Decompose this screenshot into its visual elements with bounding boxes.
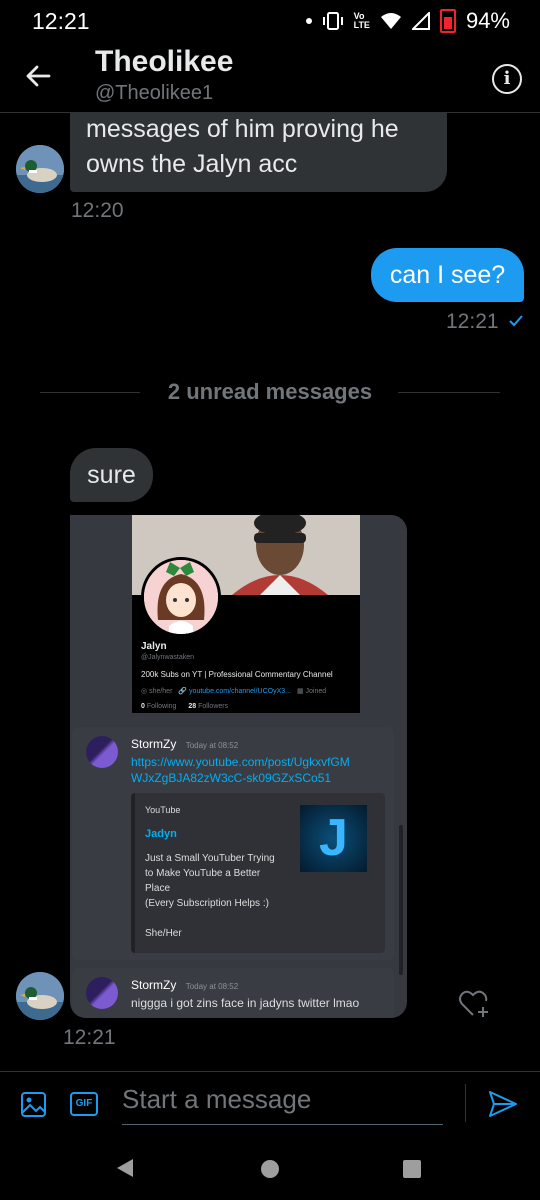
image-icon[interactable] [20,1091,47,1118]
incoming-message-bubble[interactable]: messages of him proving he owns the Jaly… [70,112,447,192]
message-composer: GIF Start a message [0,1071,540,1132]
card-desc-line: (Every Subscription Helps :) [145,898,269,909]
conversation-header: Theolikee @Theolikee1 i [0,42,540,113]
message-text-line: messages of him proving he [86,115,399,143]
followers-label: Followers [198,703,229,710]
wifi-icon [380,13,401,29]
message-image[interactable]: Jalyn @Jalynwastaken 200k Subs on YT | P… [70,515,407,1018]
conversation-handle[interactable]: @Theolikee1 [95,82,213,105]
discord-message: StormZy Today at 08:52 https://www.youtu… [72,727,394,960]
discord-message: StormZy Today at 08:52 niggga i got zins… [72,968,394,1018]
profile-name: Jalyn [141,641,167,652]
vibrate-icon [322,12,343,30]
read-check-icon [509,315,524,327]
scrollbar [399,825,403,975]
message-time: Today at 08:52 [185,982,239,991]
status-icons: Vo LTE 94% [305,8,510,34]
incoming-message-bubble[interactable]: sure [70,448,153,502]
card-title: Jadyn [145,828,177,840]
following-label: Following [146,703,177,710]
avatar[interactable] [16,145,64,193]
discord-username: StormZy Today at 08:52 [131,737,238,751]
card-provider: YouTube [145,805,181,815]
discord-message-text: niggga i got zins face in jadyns twitter… [131,996,360,1010]
message-input[interactable]: Start a message [122,1080,443,1125]
card-desc-line: Place [145,883,171,894]
calendar-icon: ▦ [296,688,304,695]
home-nav-icon[interactable] [261,1160,279,1178]
signal-icon [411,12,430,30]
system-navigation-bar [0,1131,540,1200]
profile-bio: 200k Subs on YT | Professional Commentar… [141,670,333,679]
location-icon: ◎ [141,688,148,695]
thumbnail-letter: J [319,809,348,867]
battery-icon [439,9,456,33]
notification-dot-icon [305,18,312,24]
duck-avatar-icon [16,145,64,193]
discord-avatar [86,977,118,1009]
recents-nav-icon[interactable] [403,1160,421,1178]
link-preview-card: YouTube Jadyn Just a Small YouTuber Tryi… [131,793,385,953]
card-description: Just a Small YouTuber Trying to Make You… [145,851,275,941]
volte-icon: Vo LTE [353,11,370,30]
timestamp-text: 12:21 [446,310,499,333]
message-timestamp: 12:21 [446,310,524,334]
following-count: 0 [141,703,145,710]
unread-messages-label: 2 unread messages [167,379,373,404]
profile-joined: Joined [305,688,327,695]
profile-pronouns: she/her [149,688,173,695]
discord-avatar [86,736,118,768]
divider [398,392,500,393]
link-icon: 🔗 [178,688,188,695]
message-timestamp: 12:21 [63,1026,116,1049]
gif-button[interactable]: GIF [70,1092,98,1116]
outgoing-message-bubble[interactable]: can I see? [371,248,524,302]
back-nav-icon[interactable] [115,1157,135,1179]
divider [40,392,140,393]
card-desc-line: She/Her [145,928,182,939]
link-line: https://www.youtube.com/post/UgkxvfGM [131,755,350,769]
discord-username: StormZy Today at 08:52 [131,978,238,992]
card-thumbnail: J [300,805,367,872]
followers-count: 28 [188,703,197,710]
profile-follow-counts: 0 Following 28 Followers [141,703,228,710]
embedded-profile-card: Jalyn @Jalynwastaken 200k Subs on YT | P… [132,515,360,713]
discord-link: https://www.youtube.com/post/UgkxvfGM WJ… [131,754,350,786]
profile-handle: @Jalynwastaken [141,654,195,661]
profile-avatar [141,557,221,637]
gif-label: GIF [75,1098,93,1109]
input-placeholder: Start a message [122,1084,312,1114]
heart-plus-icon[interactable] [458,988,492,1020]
battery-level: 94% [465,8,510,33]
status-bar: 12:21 Vo LTE 94% [0,0,540,42]
message-text: sure [87,461,136,489]
info-icon[interactable]: i [492,64,522,94]
back-arrow-icon[interactable] [24,62,52,90]
status-time: 12:21 [32,8,90,34]
avatar[interactable] [16,972,64,1020]
link-line: WJxZgBJA82zW3cC-sk09GZxSCo51 [131,771,332,785]
username-text: StormZy [131,978,177,992]
message-text-line: owns the Jalyn acc [86,150,298,178]
conversation-name[interactable]: Theolikee [95,45,233,79]
message-text: can I see? [389,261,506,289]
duck-avatar-icon [16,972,64,1020]
username-text: StormZy [131,737,177,751]
message-time: Today at 08:52 [185,741,239,750]
anime-avatar-icon [144,560,218,634]
card-desc-line: Just a Small YouTuber Trying [145,853,275,864]
profile-link: youtube.com/channel/UCOyX3... [189,688,291,695]
profile-meta: ◎ she/her 🔗 youtube.com/channel/UCOyX3..… [141,687,360,695]
card-desc-line: to Make YouTube a Better [145,868,261,879]
message-timestamp: 12:20 [71,199,124,222]
divider [465,1084,466,1122]
send-icon[interactable] [488,1090,518,1118]
